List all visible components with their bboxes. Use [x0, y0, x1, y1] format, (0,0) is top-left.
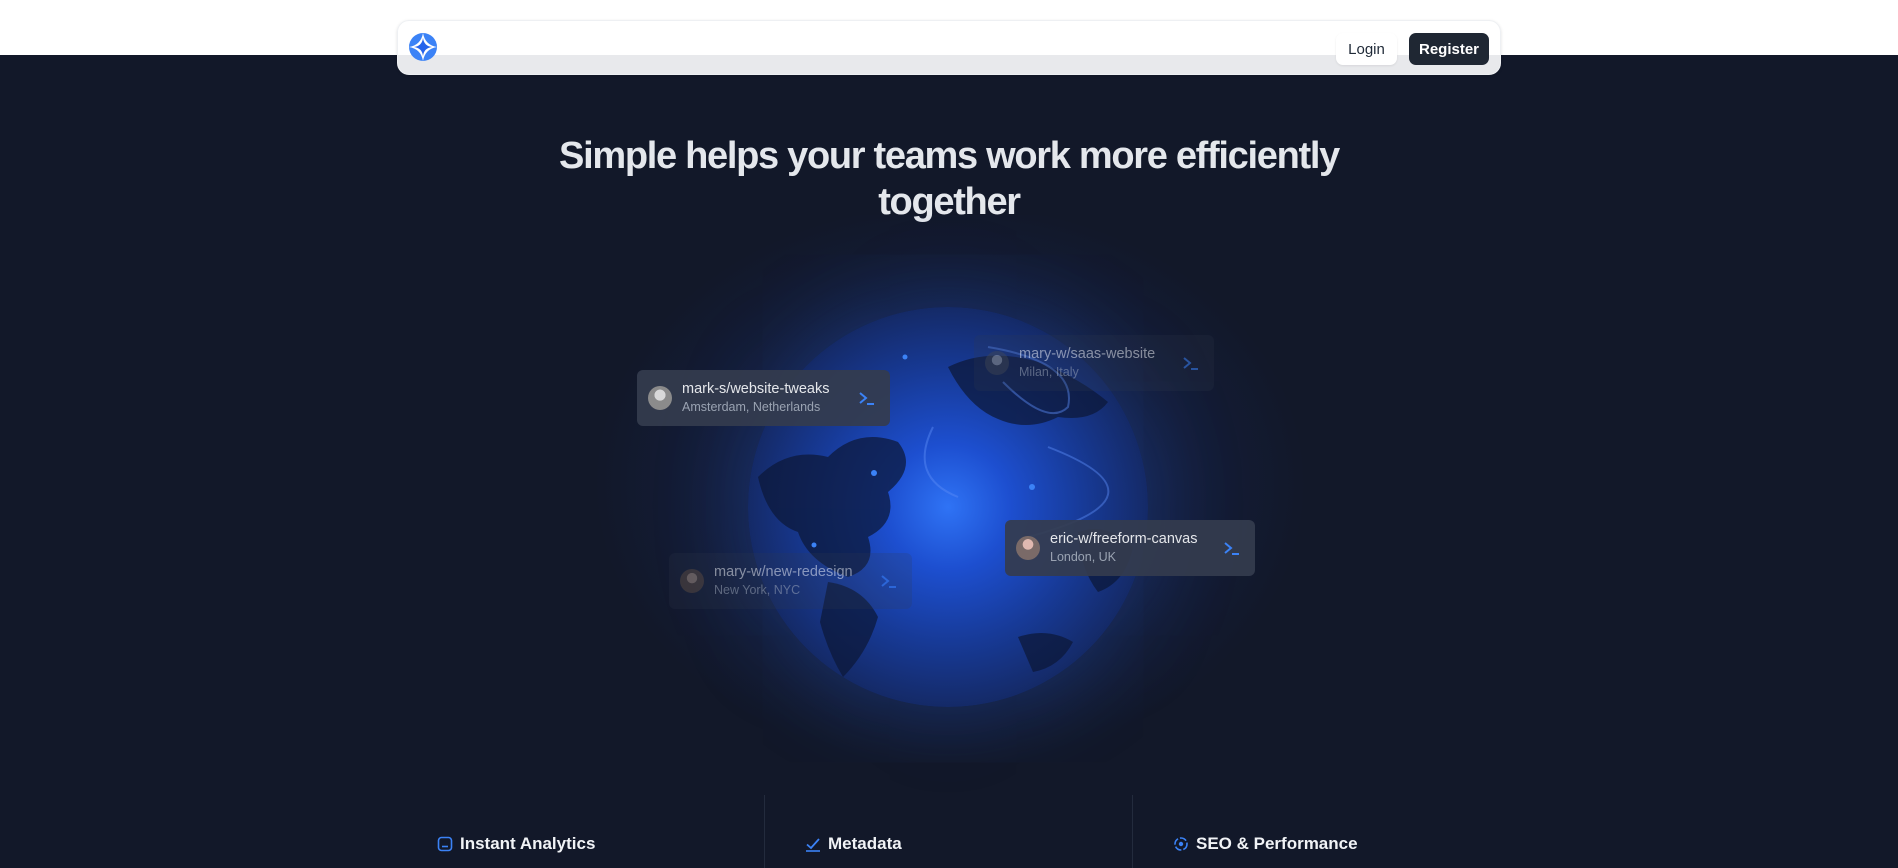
feature-instant-analytics: Instant Analytics: [437, 833, 595, 855]
login-button[interactable]: Login: [1336, 33, 1397, 65]
card-title: mark-s/website-tweaks: [682, 381, 830, 397]
feature-label: Instant Analytics: [460, 834, 596, 853]
avatar: [985, 351, 1009, 375]
activity-card-mary-redesign[interactable]: mary-w/new-redesign New York, NYC: [669, 553, 912, 609]
card-location: Amsterdam, Netherlands: [682, 400, 821, 414]
card-location: Milan, Italy: [1019, 365, 1079, 379]
hero-title: Simple helps your teams work more effici…: [559, 135, 1340, 223]
check-icon: [806, 838, 820, 852]
card-location: New York, NYC: [714, 583, 801, 597]
avatar: [1016, 536, 1040, 560]
analytics-icon: [437, 836, 453, 852]
terminal-icon: [1224, 542, 1239, 555]
feature-metadata: Metadata: [805, 833, 902, 855]
card-location: London, UK: [1050, 550, 1117, 564]
terminal-icon: [859, 392, 874, 405]
activity-card-mary-saas[interactable]: mary-w/saas-website Milan, Italy: [974, 335, 1214, 391]
divider: [1132, 795, 1133, 868]
avatar: [680, 569, 704, 593]
terminal-icon: [881, 575, 896, 588]
navbar: Login Register: [397, 20, 1501, 75]
card-title: mary-w/saas-website: [1019, 346, 1156, 362]
avatar: [648, 386, 672, 410]
compass-logo-icon[interactable]: [408, 32, 438, 62]
card-title: mary-w/new-redesign: [714, 564, 853, 580]
activity-card-mark[interactable]: mark-s/website-tweaks Amsterdam, Netherl…: [637, 370, 890, 426]
feature-seo-performance: SEO & Performance: [1173, 833, 1358, 855]
feature-label: Metadata: [828, 834, 902, 853]
divider: [764, 795, 765, 868]
feature-label: SEO & Performance: [1196, 834, 1358, 853]
card-title: eric-w/freeform-canvas: [1050, 531, 1198, 547]
activity-card-eric[interactable]: eric-w/freeform-canvas London, UK: [1005, 520, 1255, 576]
features-row: Instant Analytics Metadata SEO & Perform…: [397, 795, 1501, 868]
target-icon: [1174, 837, 1188, 851]
terminal-icon: [1183, 357, 1198, 370]
register-button[interactable]: Register: [1409, 33, 1489, 65]
